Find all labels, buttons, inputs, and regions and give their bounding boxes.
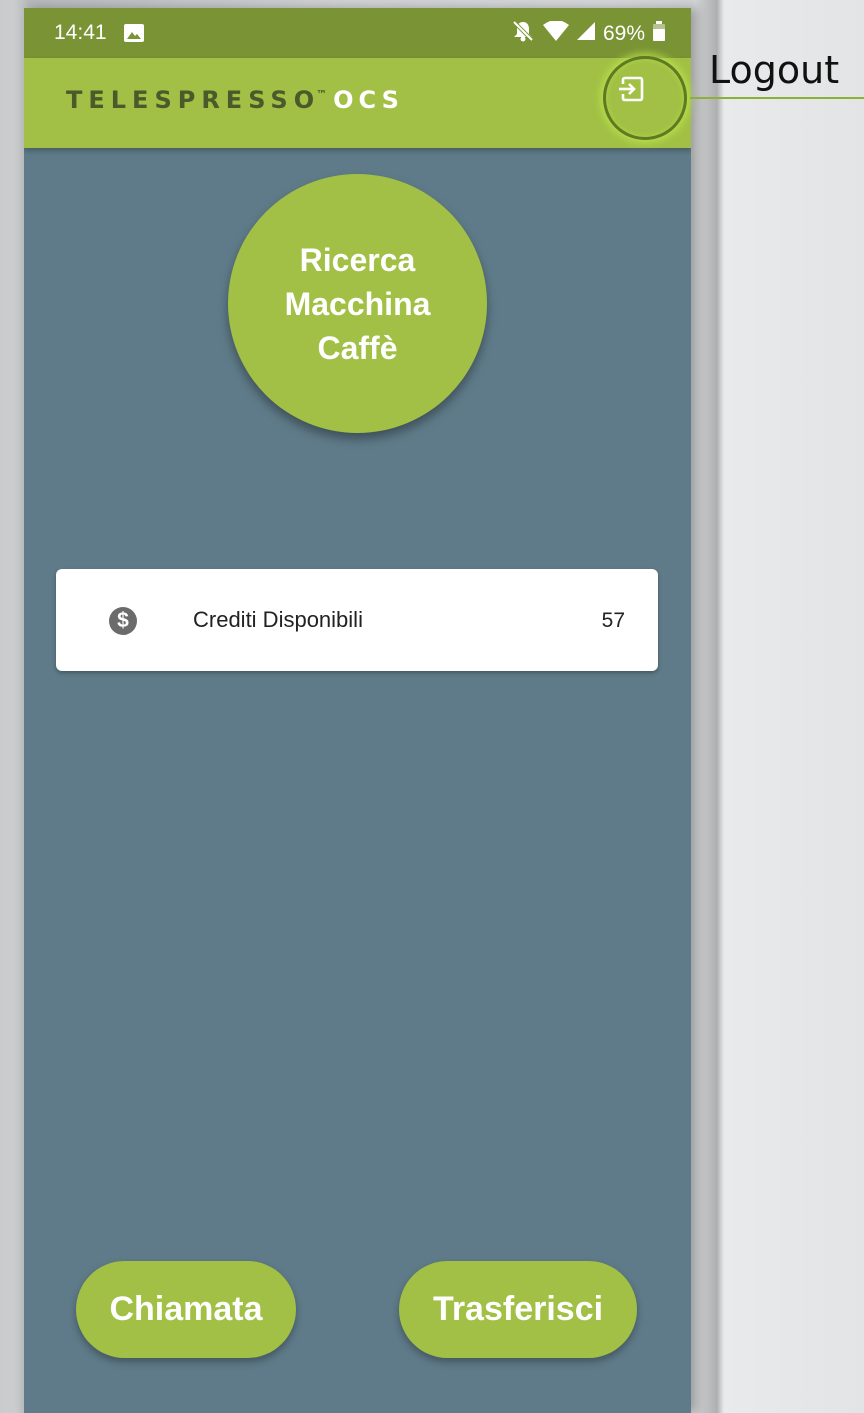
credits-label: Crediti Disponibili — [193, 607, 363, 632]
phone-screen: 14:41 69% TELESPRESSO ™ OCS Ricerca Macc… — [24, 8, 691, 1413]
status-time: 14:41 — [54, 21, 107, 44]
logo-trademark: ™ — [316, 88, 328, 101]
wifi-icon — [542, 20, 569, 47]
app-logo: TELESPRESSO ™ OCS — [66, 86, 404, 120]
status-icons: 69% — [511, 20, 665, 48]
status-bar: 14:41 69% — [24, 8, 691, 58]
transfer-button[interactable]: Trasferisci — [399, 1261, 637, 1358]
logo-suffix: OCS — [333, 86, 404, 114]
logout-highlight-ring — [603, 56, 687, 140]
app-bar: TELESPRESSO ™ OCS — [24, 58, 691, 148]
battery-percent: 69% — [602, 22, 645, 45]
logout-callout-label: Logout — [709, 48, 840, 92]
callout-line — [690, 97, 864, 99]
dollar-icon: $ — [109, 607, 137, 635]
credits-value: 57 — [601, 609, 625, 632]
search-coffee-machine-button[interactable]: Ricerca Macchina Caffè — [228, 174, 487, 433]
notifications-off-icon — [511, 20, 535, 48]
logo-text: TELESPRESSO — [66, 86, 321, 114]
battery-icon — [653, 21, 665, 47]
call-button[interactable]: Chiamata — [76, 1261, 296, 1358]
credits-card: $ Crediti Disponibili 57 — [56, 569, 658, 671]
signal-icon — [576, 22, 595, 46]
image-notification-icon — [124, 24, 144, 42]
